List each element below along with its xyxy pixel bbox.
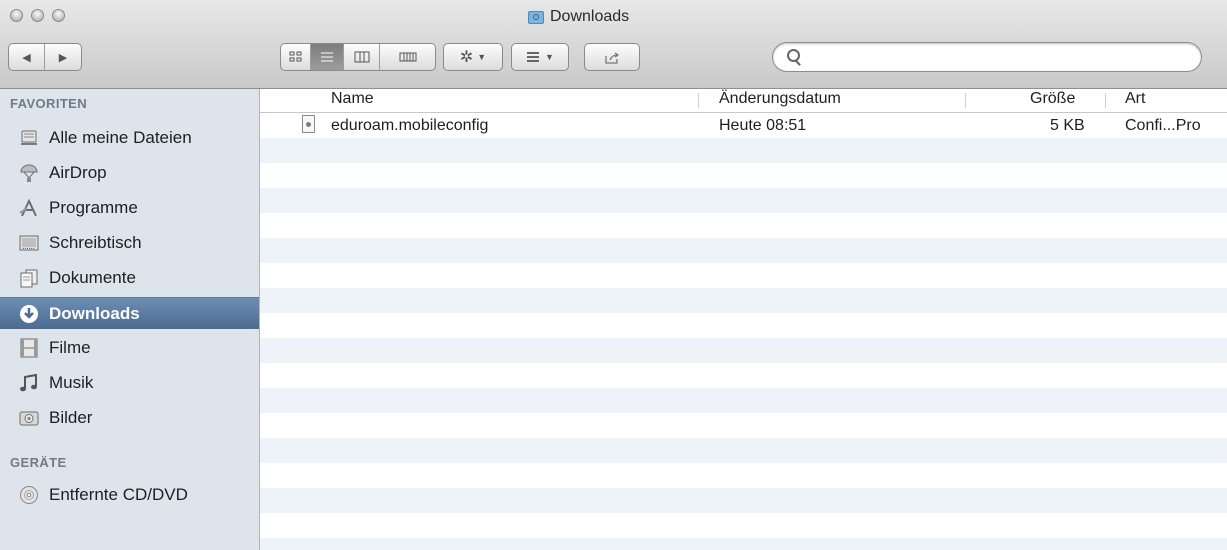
zoom-button[interactable]	[52, 9, 65, 22]
sidebar-section-devices: GERÄTE	[10, 455, 67, 470]
gear-icon: ✲	[459, 49, 474, 66]
sidebar: FAVORITEN Alle meine Dateien AirDrop Pro…	[0, 89, 260, 550]
sidebar-item-label: Filme	[49, 338, 91, 357]
empty-row	[260, 363, 1227, 388]
file-date: Heute 08:51	[719, 117, 807, 134]
downloads-icon	[18, 303, 40, 325]
empty-row	[260, 238, 1227, 263]
minimize-button[interactable]	[31, 9, 44, 22]
column-view-button[interactable]	[344, 44, 380, 70]
empty-row	[260, 213, 1227, 238]
file-list: Name Änderungsdatum Größe Art eduroam.mo…	[260, 89, 1227, 550]
sidebar-item-label: Schreibtisch	[49, 233, 142, 252]
sidebar-item-documents[interactable]: Dokumente	[0, 262, 259, 294]
file-kind: Confi...Pro	[1125, 117, 1201, 134]
column-header-size[interactable]: Größe	[1030, 90, 1075, 108]
chevron-down-icon: ▼	[477, 52, 487, 62]
empty-row	[260, 513, 1227, 538]
airdrop-icon	[18, 162, 40, 184]
all-files-icon	[18, 127, 40, 149]
arrange-menu-button[interactable]: ▼	[511, 43, 569, 71]
coverflow-view-button[interactable]	[380, 44, 435, 70]
empty-row	[260, 538, 1227, 550]
sidebar-item-label: AirDrop	[49, 163, 107, 182]
back-button[interactable]: ◀	[9, 44, 46, 70]
search-input[interactable]	[809, 47, 1193, 69]
empty-row	[260, 163, 1227, 188]
view-mode-selector	[280, 43, 436, 71]
empty-row	[260, 338, 1227, 363]
disc-icon	[18, 484, 40, 506]
coverflow-view-icon	[399, 52, 416, 62]
search-icon	[787, 49, 800, 62]
sidebar-section-favorites: FAVORITEN	[10, 96, 88, 111]
empty-row	[260, 388, 1227, 413]
list-view-button[interactable]	[311, 44, 344, 70]
file-size: 5 KB	[1050, 117, 1085, 134]
empty-row	[260, 438, 1227, 463]
empty-row	[260, 413, 1227, 438]
window-title-text: Downloads	[550, 8, 630, 25]
sidebar-item-label: Bilder	[49, 408, 93, 427]
empty-row	[260, 313, 1227, 338]
empty-row	[260, 263, 1227, 288]
back-icon: ◀	[22, 51, 31, 64]
action-menu-button[interactable]: ✲ ▼	[443, 43, 503, 71]
share-icon	[605, 51, 620, 64]
sidebar-item-desktop[interactable]: Schreibtisch	[0, 227, 259, 259]
config-file-icon	[302, 115, 315, 133]
window-title: Downloads	[528, 2, 629, 32]
list-view-icon	[321, 52, 333, 62]
folder-icon	[528, 10, 544, 24]
file-rows: eduroam.mobileconfig Heute 08:51 5 KB Co…	[260, 113, 1227, 550]
movies-icon	[18, 337, 40, 359]
empty-row	[260, 463, 1227, 488]
navigation-buttons: ◀ ▶	[8, 43, 82, 71]
desktop-icon	[18, 232, 40, 254]
sidebar-item-label: Musik	[49, 373, 94, 392]
share-button[interactable]	[584, 43, 640, 71]
sidebar-item-applications[interactable]: Programme	[0, 192, 259, 224]
icon-view-icon	[289, 51, 301, 62]
arrange-icon	[527, 52, 540, 62]
column-divider[interactable]	[698, 93, 699, 108]
sidebar-item-label: Programme	[49, 198, 138, 217]
sidebar-item-label: Alle meine Dateien	[49, 128, 192, 147]
column-header-name[interactable]: Name	[331, 90, 374, 108]
sidebar-item-movies[interactable]: Filme	[0, 332, 259, 364]
forward-button[interactable]: ▶	[45, 44, 81, 70]
sidebar-item-remote-disc[interactable]: Entfernte CD/DVD	[0, 479, 259, 511]
music-icon	[18, 372, 40, 394]
empty-row	[260, 288, 1227, 313]
column-view-icon	[354, 51, 369, 63]
sidebar-item-pictures[interactable]: Bilder	[0, 402, 259, 434]
column-header-date[interactable]: Änderungsdatum	[719, 90, 841, 108]
empty-row	[260, 488, 1227, 513]
list-header: Name Änderungsdatum Größe Art	[260, 89, 1227, 113]
sidebar-item-label: Downloads	[49, 303, 140, 323]
column-header-kind[interactable]: Art	[1125, 90, 1145, 108]
search-field[interactable]	[772, 42, 1202, 72]
window-toolbar: Downloads ◀ ▶ ✲ ▼ ▼	[0, 0, 1227, 89]
empty-row	[260, 138, 1227, 163]
documents-icon	[18, 267, 40, 289]
sidebar-item-airdrop[interactable]: AirDrop	[0, 157, 259, 189]
column-divider[interactable]	[1105, 93, 1106, 108]
pictures-icon	[18, 407, 40, 429]
applications-icon	[18, 197, 40, 219]
sidebar-item-label: Dokumente	[49, 268, 136, 287]
column-divider[interactable]	[965, 93, 966, 108]
chevron-down-icon: ▼	[545, 52, 554, 62]
sidebar-item-downloads[interactable]: Downloads	[0, 297, 259, 329]
sidebar-item-music[interactable]: Musik	[0, 367, 259, 399]
table-row[interactable]: eduroam.mobileconfig Heute 08:51 5 KB Co…	[260, 113, 1227, 138]
close-button[interactable]	[10, 9, 23, 22]
icon-view-button[interactable]	[281, 44, 311, 70]
sidebar-item-label: Entfernte CD/DVD	[49, 485, 188, 504]
forward-icon: ▶	[58, 51, 68, 64]
empty-row	[260, 188, 1227, 213]
file-name: eduroam.mobileconfig	[331, 117, 489, 134]
sidebar-item-all-files[interactable]: Alle meine Dateien	[0, 122, 259, 154]
